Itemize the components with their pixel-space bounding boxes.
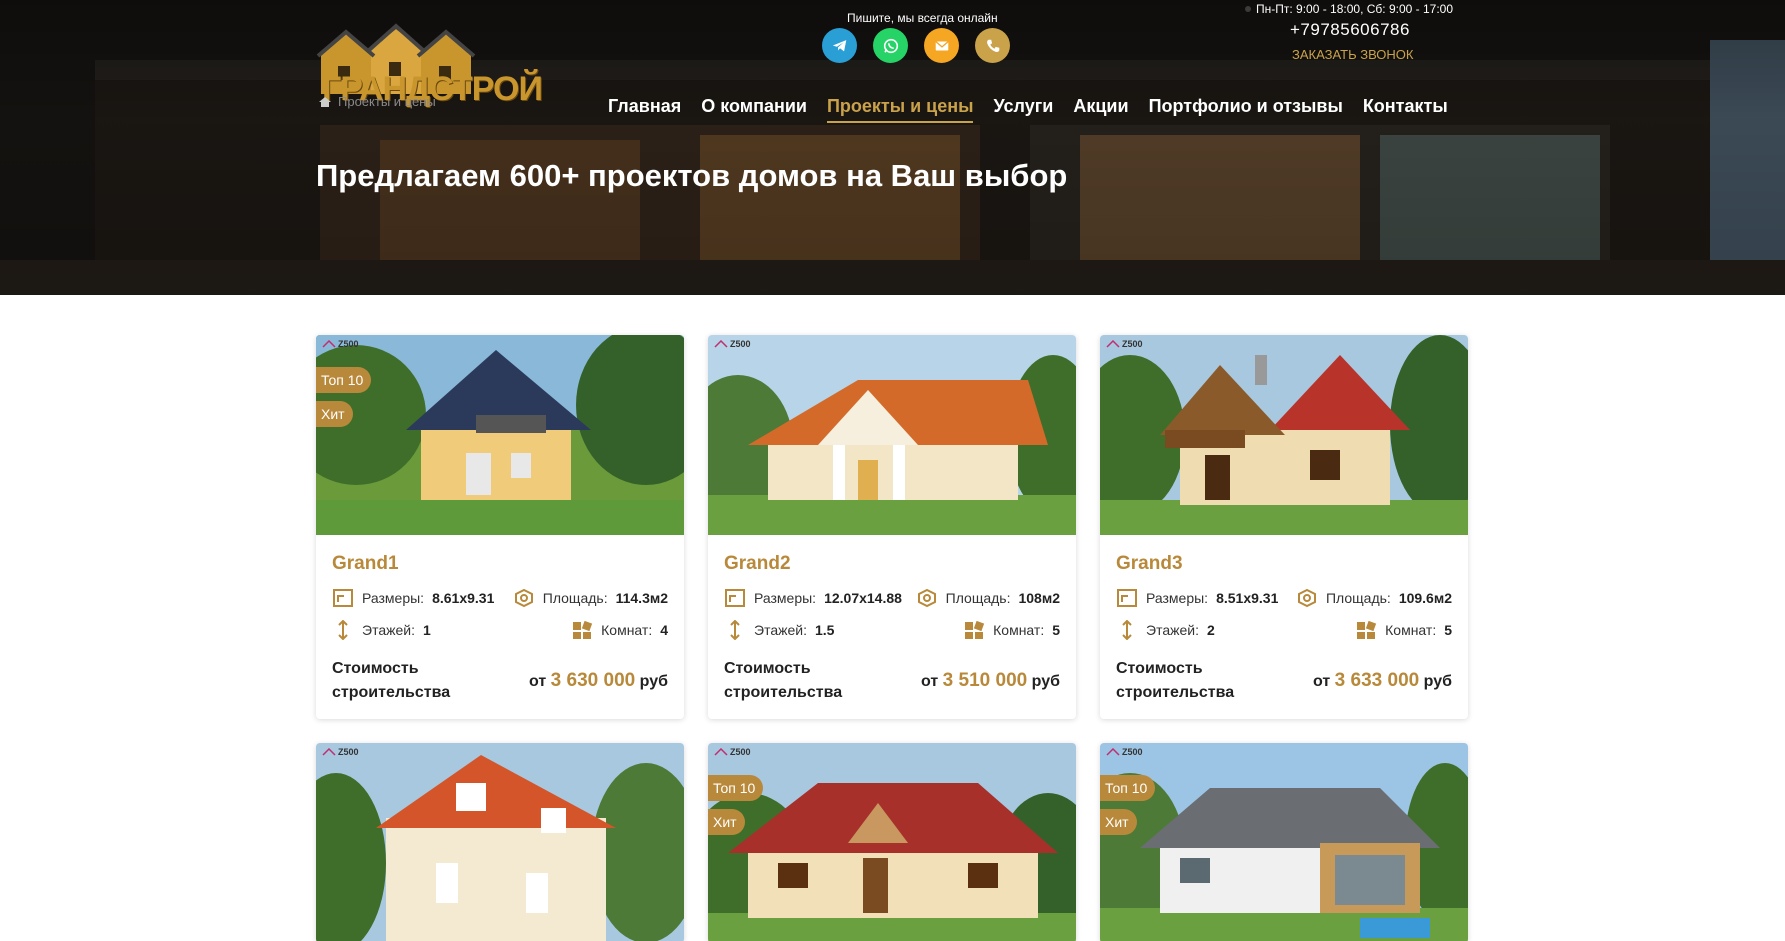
project-area: 108м2 <box>1018 590 1060 606</box>
rooms-icon <box>1357 620 1377 639</box>
breadcrumb-current: Проекты и цены <box>338 94 436 109</box>
price-label: Стоимость строительства <box>1116 660 1235 701</box>
project-size: 8.51x9.31 <box>1216 590 1279 606</box>
badge-top10: Топ 10 <box>708 775 764 801</box>
badge-top10: Топ 10 <box>316 367 372 393</box>
project-card[interactable]: Z500 Топ 10 Хит <box>1100 743 1468 941</box>
project-rooms: 4 <box>660 622 668 638</box>
phone-number[interactable]: +79785606786 <box>1290 20 1410 40</box>
project-image[interactable]: Z500 Топ 10 Хит <box>316 335 684 535</box>
contact-icons <box>822 28 1010 63</box>
project-card[interactable]: Z500 Grand3 Размеры: 8.51x9.31 Площадь: 10… <box>1100 335 1468 719</box>
area-icon <box>1297 588 1316 608</box>
project-area: 114.3м2 <box>615 590 668 606</box>
rooms-icon <box>965 620 985 639</box>
dimensions-icon <box>1117 589 1137 607</box>
nav-item-promotions[interactable]: Акции <box>1073 96 1128 123</box>
project-image[interactable]: Z500 Топ 10 Хит <box>1100 743 1468 941</box>
page-title: Предлагаем 600+ проектов домов на Ваш вы… <box>316 158 1068 193</box>
project-image[interactable]: Z500 Топ 10 Хит <box>708 743 1076 941</box>
project-size: 12.07x14.88 <box>824 590 902 606</box>
watermark: Z500 <box>1106 747 1143 757</box>
project-image[interactable]: Z500 <box>1100 335 1468 535</box>
badge-hit: Хит <box>1100 809 1137 835</box>
callback-link[interactable]: ЗАКАЗАТЬ ЗВОНОК <box>1292 47 1414 62</box>
clock-icon <box>1245 6 1251 12</box>
project-price: от 3 510 000 руб <box>921 670 1060 691</box>
dimensions-icon <box>725 589 745 607</box>
watermark: Z500 <box>322 339 359 349</box>
project-card[interactable]: Z500 Топ 10 Хит <box>708 743 1076 941</box>
project-card[interactable]: Z500 Топ 10 Хит Grand1 Размеры: 8.61x9.31… <box>316 335 684 719</box>
nav-item-contacts[interactable]: Контакты <box>1363 96 1448 123</box>
project-name[interactable]: Grand1 <box>332 553 668 575</box>
watermark: Z500 <box>1106 339 1143 349</box>
home-icon[interactable] <box>318 96 332 108</box>
online-text: Пишите, мы всегда онлайн <box>847 11 998 25</box>
hero-banner: ГРАНДСТРОЙ Проекты и цены Пишите, мы все… <box>0 0 1785 295</box>
main-nav: Главная О компании Проекты и цены Услуги… <box>608 96 1448 123</box>
area-icon <box>514 588 533 608</box>
floors-icon <box>730 620 740 640</box>
badge-hit: Хит <box>316 401 353 427</box>
project-rooms: 5 <box>1444 622 1452 638</box>
rooms-icon <box>573 620 593 639</box>
badge-hit: Хит <box>708 809 745 835</box>
price-label: Стоимость строительства <box>724 660 843 701</box>
project-image[interactable]: Z500 <box>708 335 1076 535</box>
project-floors: 1 <box>422 622 431 638</box>
nav-item-projects[interactable]: Проекты и цены <box>826 96 974 123</box>
watermark: Z500 <box>714 339 751 349</box>
badge-top10: Топ 10 <box>1100 775 1156 801</box>
project-price: от 3 633 000 руб <box>1313 670 1452 691</box>
project-card[interactable]: Z500 Grand2 Размеры: 12.07x14.88 Площадь:… <box>708 335 1076 719</box>
floors-icon <box>338 620 348 640</box>
email-icon[interactable] <box>924 28 959 63</box>
project-price: от 3 630 000 руб <box>529 670 668 691</box>
project-area: 109.6м2 <box>1398 590 1452 606</box>
nav-item-about[interactable]: О компании <box>701 96 807 123</box>
area-icon <box>917 588 936 608</box>
projects-grid: Z500 Топ 10 Хит Grand1 Размеры: 8.61x9.31… <box>316 335 1468 941</box>
hours-text: Пн-Пт: 9:00 - 18:00, Сб: 9:00 - 17:00 <box>1256 2 1454 16</box>
project-image[interactable]: Z500 <box>316 743 684 941</box>
project-floors: 1.5 <box>814 622 835 638</box>
nav-item-portfolio[interactable]: Портфолио и отзывы <box>1149 96 1343 123</box>
watermark: Z500 <box>714 747 751 757</box>
telegram-icon[interactable] <box>822 28 857 63</box>
watermark: Z500 <box>322 747 359 757</box>
phone-icon[interactable] <box>975 28 1010 63</box>
project-rooms: 5 <box>1052 622 1060 638</box>
dimensions-icon <box>333 589 353 607</box>
nav-item-services[interactable]: Услуги <box>993 96 1053 123</box>
breadcrumb: Проекты и цены <box>318 94 436 109</box>
project-name[interactable]: Grand2 <box>724 553 1060 575</box>
whatsapp-icon[interactable] <box>873 28 908 63</box>
floors-icon <box>1122 620 1132 640</box>
project-size: 8.61x9.31 <box>432 590 495 606</box>
nav-item-home[interactable]: Главная <box>608 96 681 123</box>
price-label: Стоимость строительства <box>332 660 451 701</box>
project-name[interactable]: Grand3 <box>1116 553 1452 575</box>
working-hours: Пн-Пт: 9:00 - 18:00, Сб: 9:00 - 17:00 <box>1245 2 1453 16</box>
project-floors: 2 <box>1206 622 1215 638</box>
project-card[interactable]: Z500 <box>316 743 684 941</box>
